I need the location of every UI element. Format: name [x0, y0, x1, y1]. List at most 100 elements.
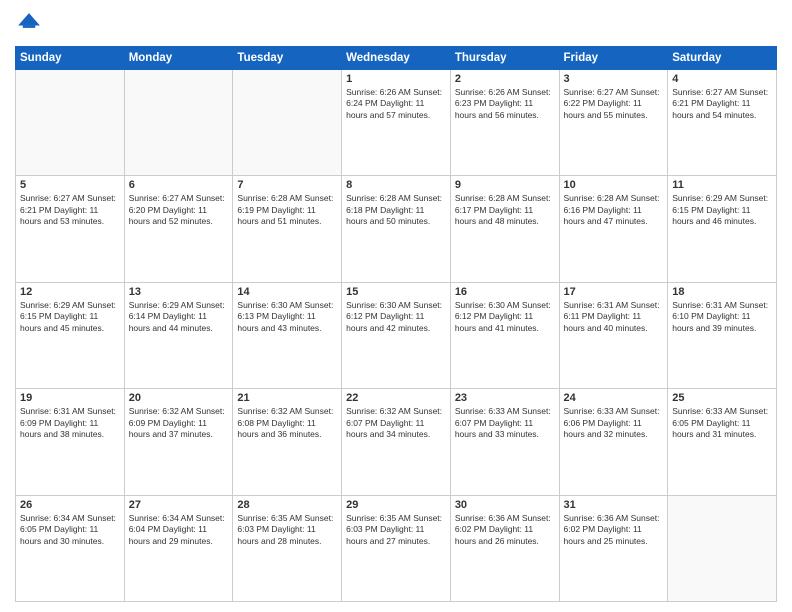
calendar-header-thursday: Thursday [450, 47, 559, 70]
day-number: 20 [129, 392, 229, 404]
day-detail: Sunrise: 6:28 AM Sunset: 6:18 PM Dayligh… [346, 193, 446, 227]
calendar-cell: 13 Sunrise: 6:29 AM Sunset: 6:14 PM Dayli… [124, 282, 233, 388]
calendar-header-friday: Friday [559, 47, 668, 70]
calendar-cell: 1 Sunrise: 6:26 AM Sunset: 6:24 PM Daylig… [342, 70, 451, 176]
calendar-cell: 29 Sunrise: 6:35 AM Sunset: 6:03 PM Dayli… [342, 495, 451, 601]
logo [15, 10, 47, 38]
calendar-cell [233, 70, 342, 176]
day-detail: Sunrise: 6:29 AM Sunset: 6:15 PM Dayligh… [672, 193, 772, 227]
calendar-cell: 4 Sunrise: 6:27 AM Sunset: 6:21 PM Daylig… [668, 70, 777, 176]
calendar-cell: 8Sunrise: 6:28 AM Sunset: 6:18 PM Daylig… [342, 176, 451, 282]
day-detail: Sunrise: 6:27 AM Sunset: 6:21 PM Dayligh… [672, 87, 772, 121]
day-detail: Sunrise: 6:34 AM Sunset: 6:05 PM Dayligh… [20, 513, 120, 547]
calendar-cell: 7 Sunrise: 6:28 AM Sunset: 6:19 PM Daylig… [233, 176, 342, 282]
day-detail: Sunrise: 6:28 AM Sunset: 6:19 PM Dayligh… [237, 193, 337, 227]
day-detail: Sunrise: 6:26 AM Sunset: 6:24 PM Dayligh… [346, 87, 446, 121]
calendar-cell: 27 Sunrise: 6:34 AM Sunset: 6:04 PM Dayli… [124, 495, 233, 601]
day-detail: Sunrise: 6:30 AM Sunset: 6:12 PM Dayligh… [455, 300, 555, 334]
logo-icon [15, 10, 43, 38]
day-number: 12 [20, 286, 120, 298]
header [15, 10, 777, 38]
calendar-cell: 26Sunrise: 6:34 AM Sunset: 6:05 PM Dayli… [16, 495, 125, 601]
day-number: 31 [564, 499, 664, 511]
calendar-cell: 31 Sunrise: 6:36 AM Sunset: 6:02 PM Dayli… [559, 495, 668, 601]
day-detail: Sunrise: 6:30 AM Sunset: 6:12 PM Dayligh… [346, 300, 446, 334]
day-detail: Sunrise: 6:31 AM Sunset: 6:11 PM Dayligh… [564, 300, 664, 334]
day-detail: Sunrise: 6:31 AM Sunset: 6:10 PM Dayligh… [672, 300, 772, 334]
calendar-week-row: 5Sunrise: 6:27 AM Sunset: 6:21 PM Daylig… [16, 176, 777, 282]
day-detail: Sunrise: 6:35 AM Sunset: 6:03 PM Dayligh… [346, 513, 446, 547]
calendar-cell: 23Sunrise: 6:33 AM Sunset: 6:07 PM Dayli… [450, 389, 559, 495]
day-number: 25 [672, 392, 772, 404]
day-number: 22 [346, 392, 446, 404]
day-detail: Sunrise: 6:35 AM Sunset: 6:03 PM Dayligh… [237, 513, 337, 547]
calendar-cell [668, 495, 777, 601]
day-detail: Sunrise: 6:30 AM Sunset: 6:13 PM Dayligh… [237, 300, 337, 334]
day-detail: Sunrise: 6:27 AM Sunset: 6:20 PM Dayligh… [129, 193, 229, 227]
calendar-cell: 17 Sunrise: 6:31 AM Sunset: 6:11 PM Dayli… [559, 282, 668, 388]
calendar-cell: 12 Sunrise: 6:29 AM Sunset: 6:15 PM Dayli… [16, 282, 125, 388]
calendar-cell: 16 Sunrise: 6:30 AM Sunset: 6:12 PM Dayli… [450, 282, 559, 388]
day-detail: Sunrise: 6:29 AM Sunset: 6:15 PM Dayligh… [20, 300, 120, 334]
day-detail: Sunrise: 6:28 AM Sunset: 6:16 PM Dayligh… [564, 193, 664, 227]
day-number: 24 [564, 392, 664, 404]
calendar-week-row: 26Sunrise: 6:34 AM Sunset: 6:05 PM Dayli… [16, 495, 777, 601]
day-detail: Sunrise: 6:33 AM Sunset: 6:06 PM Dayligh… [564, 406, 664, 440]
day-detail: Sunrise: 6:28 AM Sunset: 6:17 PM Dayligh… [455, 193, 555, 227]
calendar-cell: 2 Sunrise: 6:26 AM Sunset: 6:23 PM Daylig… [450, 70, 559, 176]
calendar-header-sunday: Sunday [16, 47, 125, 70]
day-detail: Sunrise: 6:31 AM Sunset: 6:09 PM Dayligh… [20, 406, 120, 440]
calendar-week-row: 19 Sunrise: 6:31 AM Sunset: 6:09 PM Dayli… [16, 389, 777, 495]
calendar-cell [124, 70, 233, 176]
day-number: 7 [237, 179, 337, 191]
calendar-header-wednesday: Wednesday [342, 47, 451, 70]
day-number: 19 [20, 392, 120, 404]
calendar-cell: 18 Sunrise: 6:31 AM Sunset: 6:10 PM Dayli… [668, 282, 777, 388]
day-detail: Sunrise: 6:26 AM Sunset: 6:23 PM Dayligh… [455, 87, 555, 121]
day-detail: Sunrise: 6:33 AM Sunset: 6:05 PM Dayligh… [672, 406, 772, 440]
day-number: 6 [129, 179, 229, 191]
day-number: 29 [346, 499, 446, 511]
day-detail: Sunrise: 6:36 AM Sunset: 6:02 PM Dayligh… [564, 513, 664, 547]
calendar-cell: 22Sunrise: 6:32 AM Sunset: 6:07 PM Dayli… [342, 389, 451, 495]
calendar-table: SundayMondayTuesdayWednesdayThursdayFrid… [15, 46, 777, 602]
day-number: 17 [564, 286, 664, 298]
calendar-header-row: SundayMondayTuesdayWednesdayThursdayFrid… [16, 47, 777, 70]
day-number: 3 [564, 73, 664, 85]
day-detail: Sunrise: 6:34 AM Sunset: 6:04 PM Dayligh… [129, 513, 229, 547]
calendar-cell: 30 Sunrise: 6:36 AM Sunset: 6:02 PM Dayli… [450, 495, 559, 601]
day-number: 16 [455, 286, 555, 298]
day-number: 1 [346, 73, 446, 85]
day-number: 27 [129, 499, 229, 511]
calendar-week-row: 12 Sunrise: 6:29 AM Sunset: 6:15 PM Dayli… [16, 282, 777, 388]
calendar-cell: 5Sunrise: 6:27 AM Sunset: 6:21 PM Daylig… [16, 176, 125, 282]
day-number: 15 [346, 286, 446, 298]
calendar-header-tuesday: Tuesday [233, 47, 342, 70]
calendar-cell: 9 Sunrise: 6:28 AM Sunset: 6:17 PM Daylig… [450, 176, 559, 282]
calendar-header-saturday: Saturday [668, 47, 777, 70]
day-detail: Sunrise: 6:27 AM Sunset: 6:22 PM Dayligh… [564, 87, 664, 121]
calendar-cell: 15 Sunrise: 6:30 AM Sunset: 6:12 PM Dayli… [342, 282, 451, 388]
day-detail: Sunrise: 6:32 AM Sunset: 6:09 PM Dayligh… [129, 406, 229, 440]
calendar-cell: 11 Sunrise: 6:29 AM Sunset: 6:15 PM Dayli… [668, 176, 777, 282]
day-detail: Sunrise: 6:32 AM Sunset: 6:08 PM Dayligh… [237, 406, 337, 440]
day-number: 11 [672, 179, 772, 191]
calendar-week-row: 1 Sunrise: 6:26 AM Sunset: 6:24 PM Daylig… [16, 70, 777, 176]
calendar-cell: 19 Sunrise: 6:31 AM Sunset: 6:09 PM Dayli… [16, 389, 125, 495]
day-number: 18 [672, 286, 772, 298]
calendar-cell: 3 Sunrise: 6:27 AM Sunset: 6:22 PM Daylig… [559, 70, 668, 176]
day-number: 30 [455, 499, 555, 511]
day-number: 21 [237, 392, 337, 404]
calendar-cell: 24 Sunrise: 6:33 AM Sunset: 6:06 PM Dayli… [559, 389, 668, 495]
day-number: 4 [672, 73, 772, 85]
day-detail: Sunrise: 6:33 AM Sunset: 6:07 PM Dayligh… [455, 406, 555, 440]
calendar-cell: 21 Sunrise: 6:32 AM Sunset: 6:08 PM Dayli… [233, 389, 342, 495]
day-number: 28 [237, 499, 337, 511]
day-detail: Sunrise: 6:29 AM Sunset: 6:14 PM Dayligh… [129, 300, 229, 334]
day-detail: Sunrise: 6:36 AM Sunset: 6:02 PM Dayligh… [455, 513, 555, 547]
day-number: 14 [237, 286, 337, 298]
day-number: 2 [455, 73, 555, 85]
day-number: 9 [455, 179, 555, 191]
day-number: 13 [129, 286, 229, 298]
calendar-cell: 6 Sunrise: 6:27 AM Sunset: 6:20 PM Daylig… [124, 176, 233, 282]
